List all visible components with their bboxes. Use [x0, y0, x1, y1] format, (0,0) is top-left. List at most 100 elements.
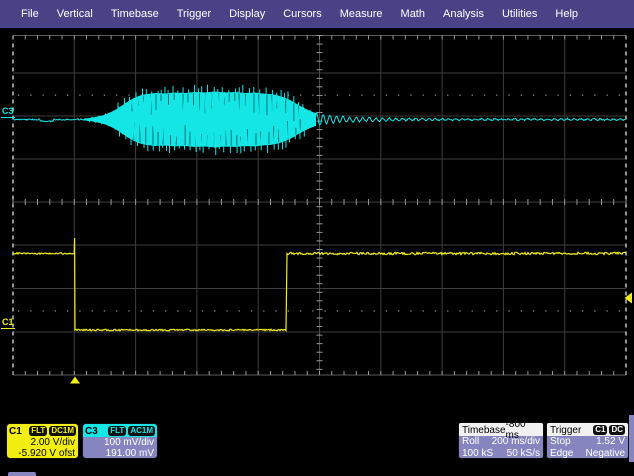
trigger-level: 1.52 V [596, 436, 625, 448]
graticule-dot [325, 310, 326, 311]
graticule-dot [18, 95, 19, 96]
graticule-dot [374, 310, 375, 311]
timebase-samples: 100 kS [462, 448, 493, 459]
graticule-dot [300, 310, 301, 311]
graticule-dot [55, 310, 56, 311]
graticule-dot [435, 95, 436, 96]
c3-coupling-badge: AC1M [128, 426, 155, 436]
graticule-dot [361, 95, 362, 96]
c1-descriptor-header: C1 FLT DC1M [7, 424, 78, 437]
graticule-dot [508, 95, 509, 96]
graticule-dot [423, 95, 424, 96]
graticule-dot [30, 95, 31, 96]
graticule-dot [398, 95, 399, 96]
graticule-dot [386, 310, 387, 311]
graticule-dot [606, 95, 607, 96]
c3-descriptor-header: C3 FLT AC1M [83, 424, 157, 437]
trigger-header: Trigger C1 DC [547, 423, 628, 436]
c1-label: C1 [9, 426, 22, 437]
graticule-dot [67, 95, 68, 96]
graticule-dot [275, 310, 276, 311]
c3-position-indicator[interactable]: C3 [1, 107, 15, 118]
graticule-dot [104, 310, 105, 311]
graticule-dot [472, 95, 473, 96]
graticule-dot [496, 310, 497, 311]
c3-descriptor-box[interactable]: C3 FLT AC1M 100 mV/div 191.00 mV [82, 423, 158, 459]
c1-coupling-badge: DC1M [49, 426, 76, 436]
graticule-dot [472, 310, 473, 311]
graticule-dot [533, 95, 534, 96]
timebase-title: Timebase [462, 425, 506, 436]
trigger-type: Edge [550, 448, 573, 459]
graticule-dot [43, 95, 44, 96]
graticule-dot [263, 310, 264, 311]
graticule-dot [582, 95, 583, 96]
graticule-dot [177, 310, 178, 311]
graticule-dot [361, 310, 362, 311]
graticule-dot [557, 310, 558, 311]
c1-filter-badge: FLT [29, 426, 47, 436]
graticule-dot [521, 95, 522, 96]
trigger-title: Trigger [550, 425, 581, 436]
graticule-dot [116, 95, 117, 96]
graticule-dot [79, 310, 80, 311]
c1-scale-value: 2.00 V/div [7, 437, 78, 448]
oscilloscope-screen: File Vertical Timebase Trigger Display C… [0, 0, 634, 476]
graticule-dot [594, 310, 595, 311]
graticule-dot [435, 310, 436, 311]
graticule-dot [288, 310, 289, 311]
c3-offset-value: 191.00 mV [83, 448, 157, 459]
graticule-dot [447, 95, 448, 96]
graticule-dot [533, 310, 534, 311]
graticule-dot [55, 95, 56, 96]
graticule-dot [300, 95, 301, 96]
graticule-dot [226, 310, 227, 311]
graticule-dot [30, 310, 31, 311]
screen-edge-sliver-bottom [8, 472, 36, 476]
graticule-dot [374, 95, 375, 96]
c1-position-indicator[interactable]: C1 [1, 318, 15, 329]
c1-offset-value: -5.920 V ofst [7, 448, 78, 459]
waveform-plot-area[interactable] [0, 0, 634, 476]
trigger-mode: Stop [550, 436, 571, 448]
graticule-dot [410, 95, 411, 96]
graticule-dot [594, 95, 595, 96]
graticule-dot [349, 95, 350, 96]
graticule-dot [521, 310, 522, 311]
graticule-dot [557, 95, 558, 96]
graticule-dot [619, 310, 620, 311]
graticule-dot [484, 310, 485, 311]
graticule-dot [67, 310, 68, 311]
timebase-rate: 50 kS/s [507, 448, 540, 459]
graticule-dot [104, 95, 105, 96]
graticule-dot [410, 310, 411, 311]
graticule-dot [239, 310, 240, 311]
graticule-dot [496, 95, 497, 96]
graticule-dot [606, 310, 607, 311]
graticule-dot [386, 95, 387, 96]
screen-edge-sliver-right [629, 415, 634, 462]
trigger-source-badge: C1 [593, 425, 607, 435]
timebase-descriptor-box[interactable]: Timebase -800 ms Roll 200 ms/div 100 kS … [458, 422, 544, 459]
timebase-header: Timebase -800 ms [459, 423, 543, 436]
graticule-dot [141, 310, 142, 311]
graticule-dot [398, 310, 399, 311]
c3-scale-value: 100 mV/div [83, 437, 157, 448]
graticule-dot [214, 310, 215, 311]
graticule-dot [570, 310, 571, 311]
trigger-descriptor-box[interactable]: Trigger C1 DC Stop 1.52 V Edge Negative [546, 422, 629, 459]
graticule-dot [128, 310, 129, 311]
trigger-time-marker[interactable] [70, 377, 80, 384]
graticule-dot [459, 310, 460, 311]
graticule-dot [190, 310, 191, 311]
graticule-dot [619, 95, 620, 96]
graticule-dot [459, 95, 460, 96]
graticule-dot [92, 95, 93, 96]
trigger-slope: Negative [586, 448, 625, 459]
c3-label: C3 [85, 426, 98, 437]
timebase-mode: Roll [462, 436, 479, 448]
timebase-scale: 200 ms/div [492, 436, 540, 448]
graticule-dot [349, 310, 350, 311]
c1-descriptor-box[interactable]: C1 FLT DC1M 2.00 V/div -5.920 V ofst [6, 423, 79, 459]
graticule-dot [43, 310, 44, 311]
